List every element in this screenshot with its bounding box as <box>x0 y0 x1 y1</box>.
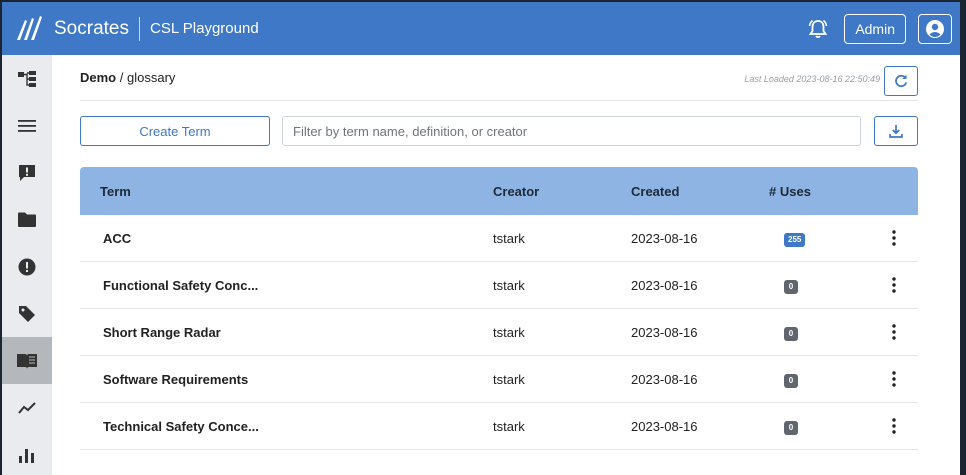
logo-icon[interactable] <box>10 2 48 55</box>
table-row[interactable]: Software Requirements tstark 2023-08-16 … <box>80 356 918 403</box>
more-vertical-icon <box>891 418 896 434</box>
topbar-actions: Admin <box>804 13 952 44</box>
row-menu-button[interactable] <box>884 367 904 391</box>
last-loaded-timestamp: Last Loaded 2023-08-16 22:50:49 <box>744 74 880 84</box>
hierarchy-icon <box>18 70 36 87</box>
title-divider <box>138 16 140 41</box>
table-row[interactable]: Technical Safety Conce... tstark 2023-08… <box>80 403 918 450</box>
term-created-date: 2023-08-16 <box>631 230 698 246</box>
sidebar-item-analytics[interactable] <box>2 431 52 475</box>
term-name[interactable]: Functional Safety Conc... <box>80 278 493 293</box>
sidebar-item-trends[interactable] <box>2 384 52 431</box>
user-circle-icon <box>926 19 944 38</box>
bell-icon[interactable] <box>804 15 832 43</box>
row-menu-button[interactable] <box>884 320 904 344</box>
column-header-uses[interactable]: # Uses <box>769 184 869 199</box>
admin-button[interactable]: Admin <box>844 13 906 44</box>
term-created-date: 2023-08-16 <box>631 324 698 340</box>
book-icon <box>17 353 37 369</box>
header-divider <box>80 100 918 101</box>
term-name[interactable]: Short Range Radar <box>80 325 493 340</box>
comment-alert-icon <box>19 164 35 181</box>
term-created-date: 2023-08-16 <box>631 418 698 434</box>
term-creator: tstark <box>493 371 525 387</box>
term-creator: tstark <box>493 418 525 434</box>
term-creator: tstark <box>493 277 525 293</box>
folder-icon <box>18 212 36 227</box>
breadcrumb: Demo / glossary <box>80 70 175 85</box>
tag-icon <box>19 305 35 322</box>
app-window: Socrates CSL Playground Admin Demo / glo… <box>0 0 966 475</box>
uses-count-badge: 0 <box>784 326 798 341</box>
term-created-date: 2023-08-16 <box>631 371 698 387</box>
sidebar-item-hierarchy[interactable] <box>2 55 52 102</box>
top-navbar: Socrates CSL Playground Admin <box>2 2 960 55</box>
breadcrumb-current: glossary <box>127 70 176 85</box>
trend-icon <box>18 401 36 414</box>
create-term-button[interactable]: Create Term <box>80 116 270 146</box>
term-created-date: 2023-08-16 <box>631 277 698 293</box>
breadcrumb-root[interactable]: Demo <box>80 70 116 85</box>
sidebar-item-tags[interactable] <box>2 290 52 337</box>
table-row[interactable]: Short Range Radar tstark 2023-08-16 0 <box>80 309 918 356</box>
table-row[interactable]: Functional Safety Conc... tstark 2023-08… <box>80 262 918 309</box>
row-menu-button[interactable] <box>884 414 904 438</box>
term-name[interactable]: Software Requirements <box>80 372 493 387</box>
table-header: Term Creator Created # Uses <box>80 167 918 215</box>
download-button[interactable] <box>874 116 918 146</box>
uses-count-badge: 0 <box>784 373 798 388</box>
term-name[interactable]: ACC <box>80 231 493 246</box>
column-header-created[interactable]: Created <box>631 184 769 199</box>
user-menu-button[interactable] <box>918 13 952 44</box>
sidebar-item-alerts[interactable] <box>2 243 52 290</box>
more-vertical-icon <box>891 324 896 340</box>
uses-count-badge: 255 <box>784 232 806 247</box>
breadcrumb-separator: / <box>119 70 124 85</box>
alert-circle-icon <box>18 258 36 275</box>
sidebar-item-menu[interactable] <box>2 102 52 149</box>
more-vertical-icon <box>891 371 896 387</box>
bar-chart-icon <box>19 448 34 463</box>
sidebar-item-folders[interactable] <box>2 196 52 243</box>
column-header-creator[interactable]: Creator <box>493 184 631 199</box>
term-creator: tstark <box>493 324 525 340</box>
more-vertical-icon <box>891 230 896 246</box>
refresh-icon <box>895 74 908 88</box>
column-header-term[interactable]: Term <box>80 184 493 199</box>
table-row[interactable]: ACC tstark 2023-08-16 255 <box>80 215 918 262</box>
filter-input[interactable] <box>282 116 861 146</box>
uses-count-badge: 0 <box>784 420 798 435</box>
uses-count-badge: 0 <box>784 279 798 294</box>
sidebar-item-glossary[interactable] <box>2 337 52 384</box>
term-name[interactable]: Technical Safety Conce... <box>80 419 493 434</box>
project-name[interactable]: CSL Playground <box>150 20 259 37</box>
sidebar <box>2 55 52 475</box>
sidebar-item-issues[interactable] <box>2 149 52 196</box>
glossary-table: Term Creator Created # Uses ACC tstark 2… <box>80 167 918 450</box>
refresh-button[interactable] <box>884 66 918 96</box>
more-vertical-icon <box>891 277 896 293</box>
main-content: Demo / glossary Last Loaded 2023-08-16 2… <box>52 55 960 475</box>
app-name[interactable]: Socrates <box>54 18 129 40</box>
download-icon <box>889 125 903 138</box>
row-menu-button[interactable] <box>884 273 904 297</box>
row-menu-button[interactable] <box>884 226 904 250</box>
term-creator: tstark <box>493 230 525 246</box>
menu-icon <box>18 119 36 132</box>
